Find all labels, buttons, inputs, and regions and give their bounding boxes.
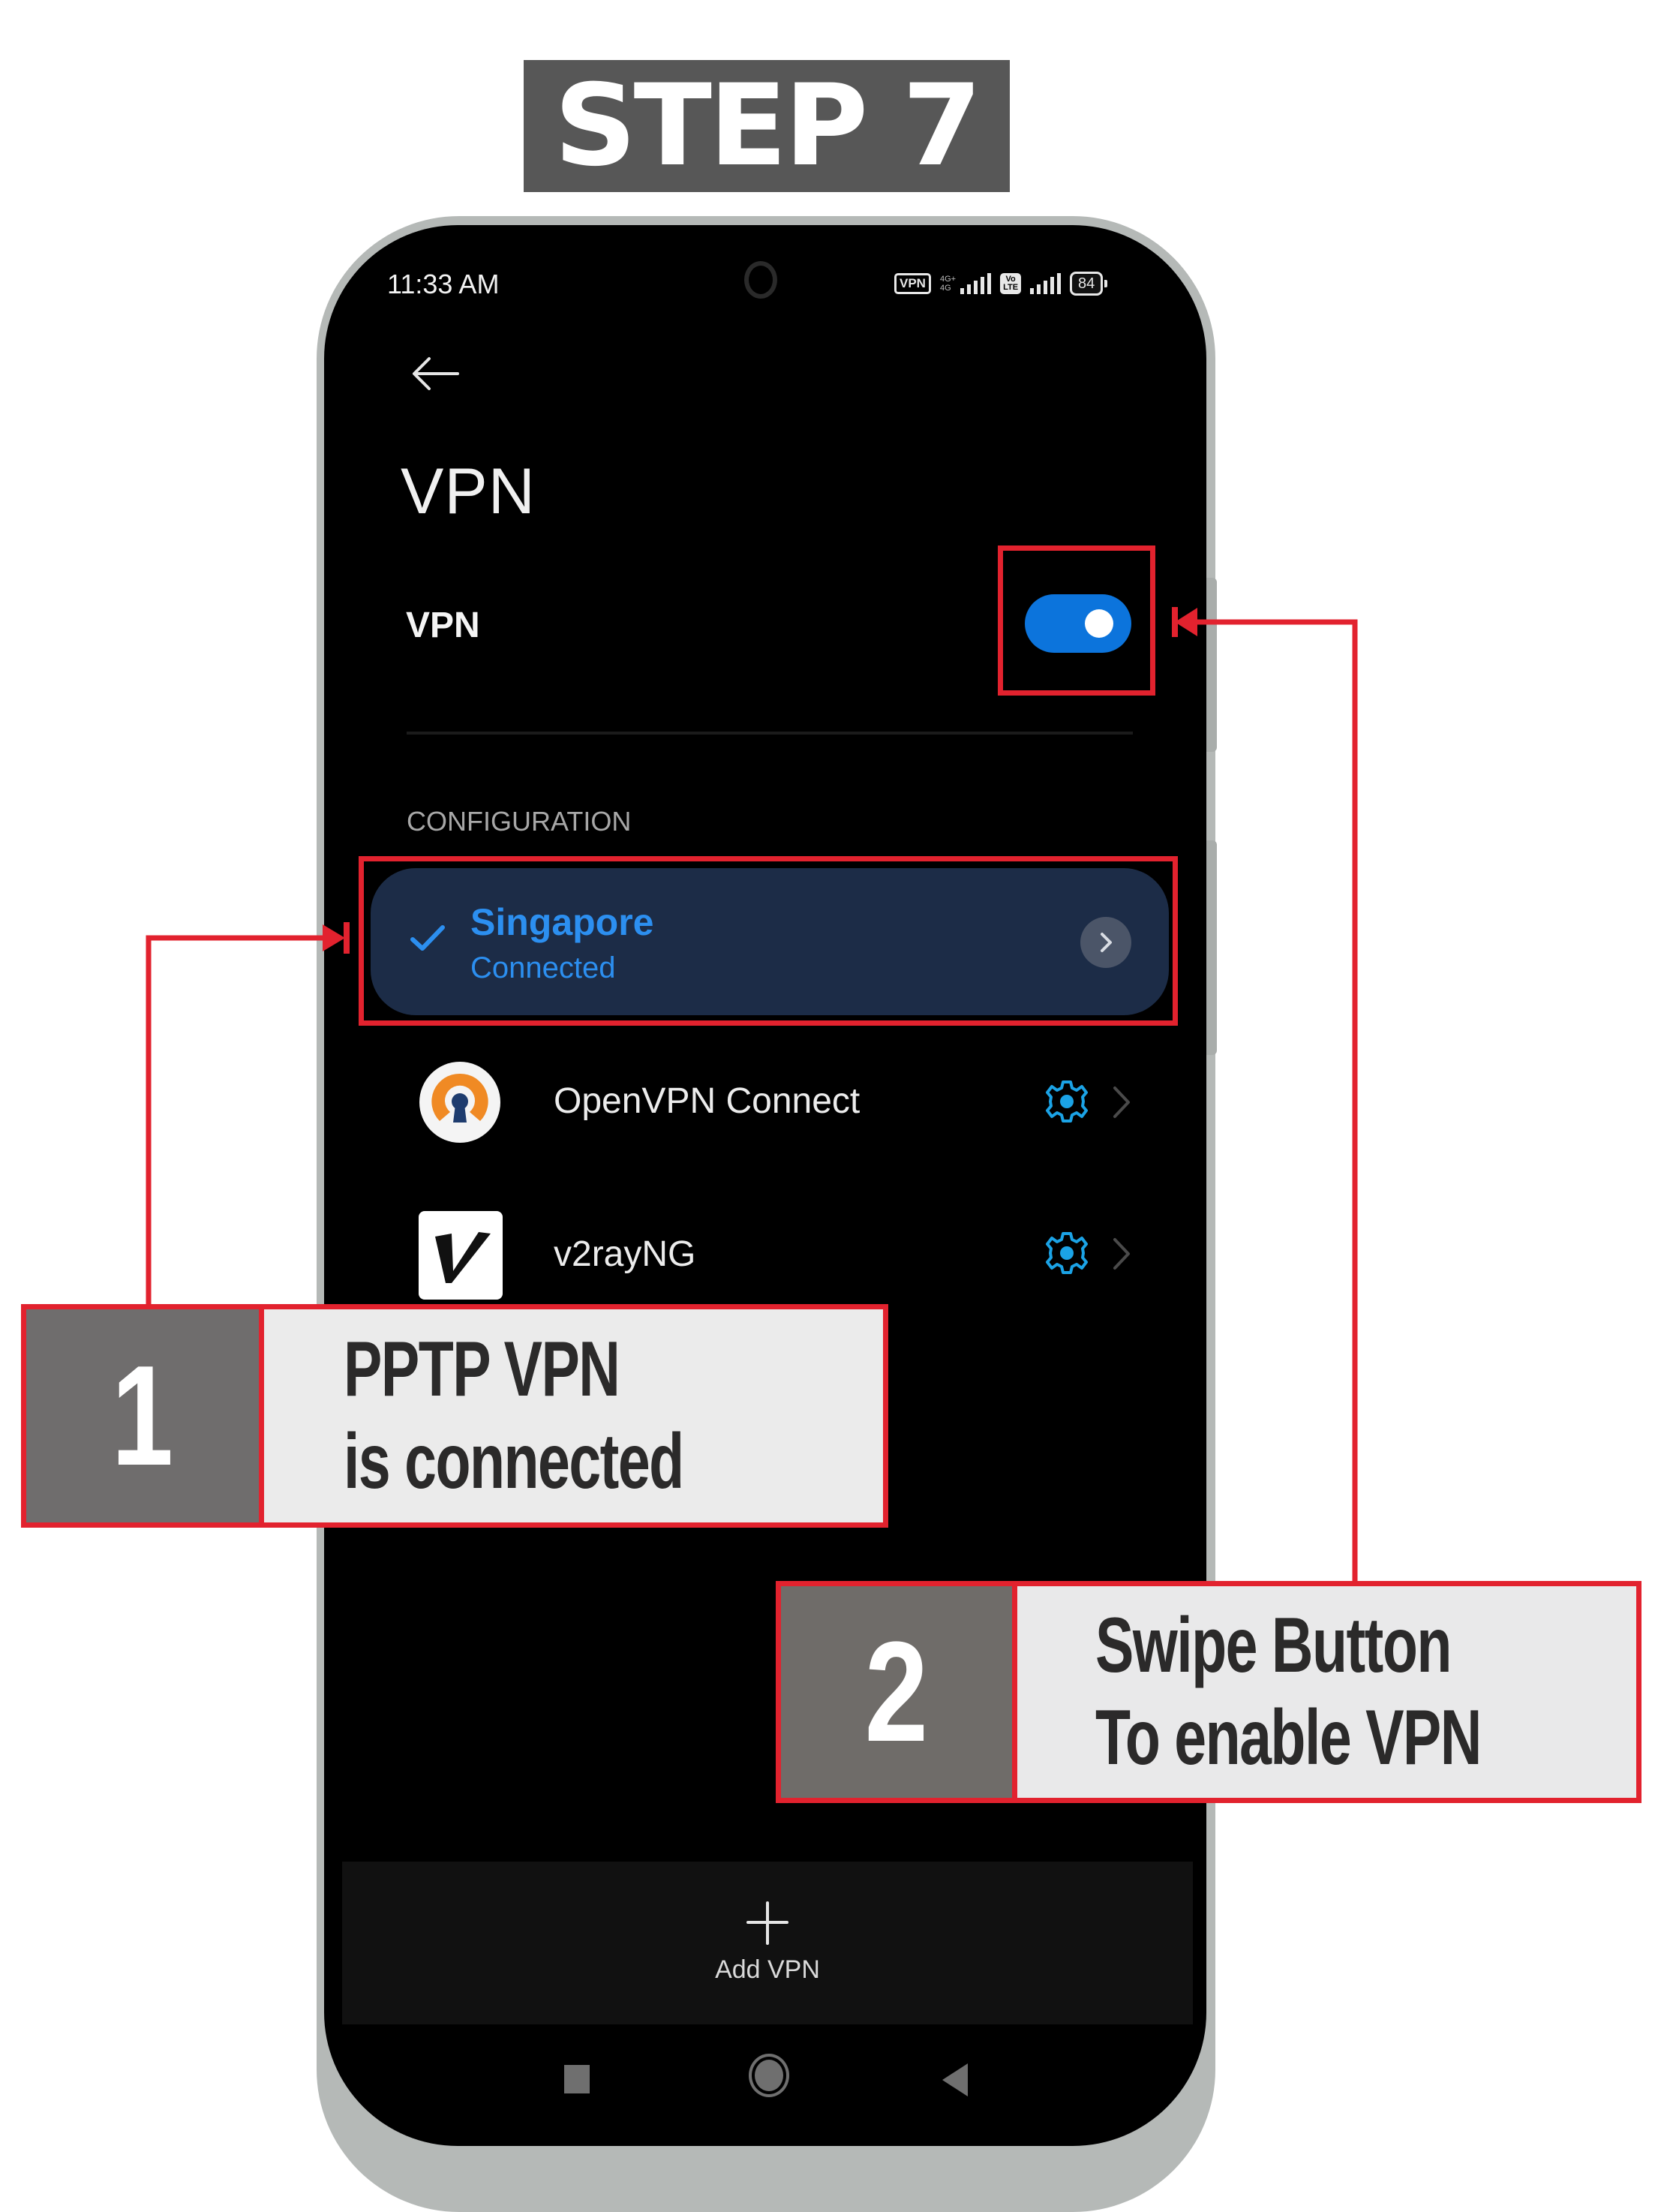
connector-arrow-1 [146,935,323,1304]
callout-number-text: 2 [864,1612,929,1772]
chevron-right-icon[interactable] [1110,1083,1133,1121]
plus-icon [745,1900,790,1946]
callout-number: 2 [781,1586,1017,1798]
profile-highlight-box [359,856,1178,1026]
callout-step-2: 2 Swipe Button To enable VPN [776,1581,1641,1803]
connector-arrow-2 [1196,619,1358,1581]
home-icon[interactable] [749,2054,789,2097]
volte-bottom: LTE [1003,283,1019,292]
callout-text: PPTP VPN is connected [264,1309,883,1522]
callout-line: is connected [344,1418,684,1505]
battery-level: 84 [1070,272,1104,296]
network-type-label: 4G+ 4G [940,275,956,293]
app-name-v2rayng[interactable]: v2rayNG [554,1234,695,1275]
gear-icon[interactable] [1043,1229,1091,1277]
v2rayng-logo-icon [419,1211,503,1300]
network-type-bottom: 4G [939,284,951,293]
divider [407,732,1133,735]
back-triangle-icon[interactable] [942,2063,968,2096]
chevron-right-icon[interactable] [1110,1235,1133,1273]
vpn-status-icon: VPN [894,273,931,294]
phone-power-button [1206,840,1217,1055]
phone-volume-button [1206,578,1217,752]
vpn-toggle-label: VPN [406,606,480,645]
callout-line: To enable VPN [1095,1694,1482,1781]
page-title: VPN [401,455,536,527]
arrow-left-icon [413,357,459,390]
battery-icon: 84 [1070,272,1108,296]
network-type-top: 4G+ [939,275,957,284]
callout-line: Swipe Button [1095,1602,1452,1690]
app-name-openvpn[interactable]: OpenVPN Connect [554,1080,860,1122]
callout-line: PPTP VPN [344,1326,620,1414]
recents-icon[interactable] [564,2065,590,2093]
status-time: 11:33 AM [387,269,500,299]
signal-strength-icon [960,273,992,294]
signal-strength-icon-2 [1030,273,1062,294]
step-title: STEP 7 [554,61,983,191]
openvpn-logo-icon [417,1059,503,1145]
callout-number: 1 [26,1309,264,1522]
camera-punch-hole [744,261,777,299]
back-button[interactable] [410,353,462,395]
callout-step-1: 1 PPTP VPN is connected [21,1304,888,1528]
callout-number-text: 1 [111,1336,174,1495]
step-banner: STEP 7 [524,60,1010,192]
volte-icon: Vo LTE [1000,273,1022,294]
callout-text: Swipe Button To enable VPN [1017,1586,1636,1798]
add-vpn-label: Add VPN [715,1955,820,1984]
configuration-section-label: CONFIGURATION [407,806,632,837]
gear-icon[interactable] [1043,1077,1091,1126]
toggle-highlight-box [998,545,1155,696]
status-icons: VPN 4G+ 4G Vo LTE 84 [894,269,1108,299]
